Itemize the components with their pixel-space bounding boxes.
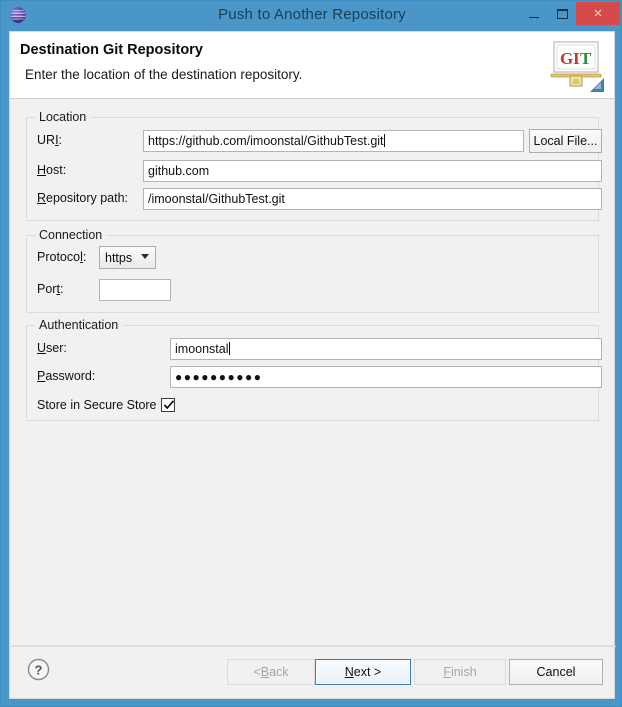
page-subtitle: Enter the location of the destination re… [25,67,303,82]
connection-group: Connection Protocol: https Port: [26,228,599,313]
eclipse-sphere-icon [9,6,27,24]
next-button[interactable]: Next > [315,659,411,685]
repository-path-input[interactable]: /imoonstal/GithubTest.git [143,188,602,210]
location-group: Location URI: https://github.com/imoonst… [26,110,602,221]
close-button[interactable]: × [576,2,620,25]
footer-divider [10,646,616,647]
dialog-footer: ? < Back Next > Finish Cancel [9,645,616,699]
user-input[interactable]: imoonstal [170,338,602,360]
protocol-label: Protocol: [37,250,87,264]
svg-text:I: I [573,49,580,68]
user-label: User: [37,341,67,355]
page-title: Destination Git Repository [20,42,203,58]
protocol-select[interactable]: https [99,246,156,269]
store-secure-store-label: Store in Secure Store [37,398,157,412]
location-group-title: Location [35,110,91,124]
host-label: Host: [37,163,67,177]
finish-button[interactable]: Finish [414,659,506,685]
local-file-button[interactable]: Local File... [529,129,602,153]
repository-path-label: Repository path: [37,191,129,205]
port-input[interactable] [99,279,171,301]
protocol-select-value: https [105,250,133,265]
chevron-down-icon [141,254,149,259]
uri-label: URI: [37,133,63,147]
uri-input[interactable]: https://github.com/imoonstal/GithubTest.… [143,130,524,152]
dialog-header: Destination Git Repository Enter the loc… [9,31,615,99]
svg-text:T: T [580,49,592,68]
back-button[interactable]: < Back [227,659,315,685]
title-bar[interactable]: Push to Another Repository × [1,1,621,29]
maximize-button[interactable] [548,1,576,27]
checkmark-icon [163,400,175,410]
help-icon[interactable]: ? [27,658,50,681]
store-secure-store-checkbox[interactable] [161,398,175,412]
dialog-body: Location URI: https://github.com/imoonst… [9,99,615,645]
authentication-group-title: Authentication [35,318,123,332]
svg-text:?: ? [35,663,43,678]
dialog-window: Push to Another Repository × Destination… [0,0,622,707]
svg-text:G: G [560,49,573,68]
git-easel-logo-icon: G I T [548,38,606,94]
password-label: Password: [37,369,96,383]
cancel-button[interactable]: Cancel [509,659,603,685]
authentication-group: Authentication User: imoonstal Password:… [26,318,602,421]
password-input[interactable]: ●●●●●●●●●● [170,366,602,388]
port-label: Port: [37,282,64,296]
close-icon: × [593,5,603,22]
restore-icon [556,9,568,19]
minimize-button[interactable] [520,1,548,27]
host-input[interactable]: github.com [143,160,602,182]
connection-group-title: Connection [35,228,107,242]
minimize-icon [529,16,539,18]
